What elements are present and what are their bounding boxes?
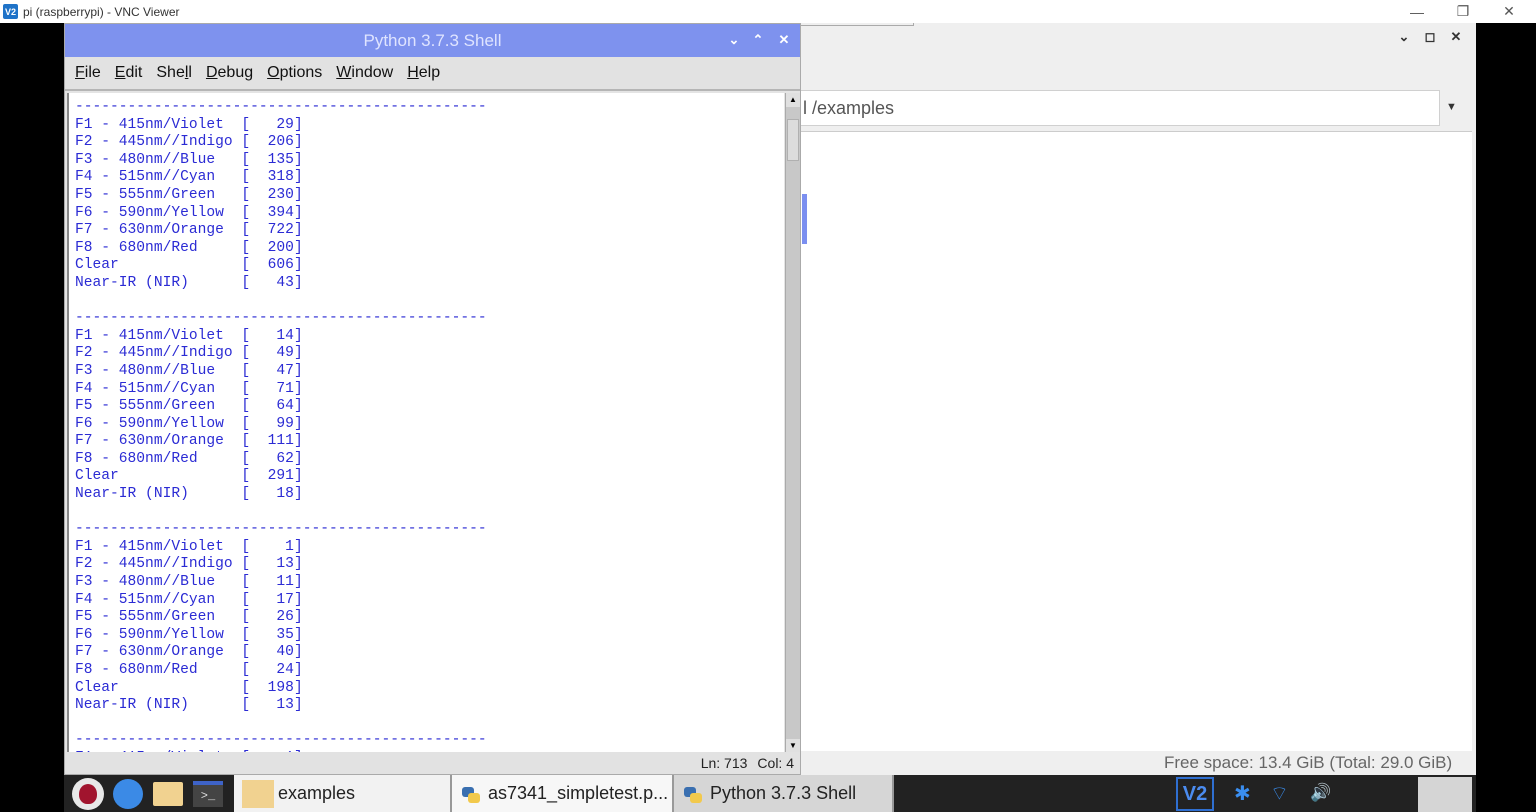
scroll-down-icon[interactable]: ▼ [786,739,800,753]
reading-row: Near-IR (NIR) [ 18] [75,486,303,503]
taskbar-task-python-shell[interactable]: Python 3.7.3 Shell [674,775,894,812]
reading-row: F5 - 555nm/Green [ 230] [75,186,303,203]
reading-row: F6 - 590nm/Yellow [ 394] [75,204,303,221]
taskbar: >_ examples as7341_simpletest.p... Pytho… [64,775,1476,812]
reading-row: F6 - 590nm/Yellow [ 35] [75,626,303,643]
reading-row: F1 - 415nm/Violet [ 1] [75,538,303,555]
vnc-logo-icon: V2 [3,4,18,19]
menu-edit[interactable]: Edit [115,64,143,82]
shell-titlebar[interactable]: Python 3.7.3 Shell ⌄ ⌃ ✕ [65,24,800,57]
shell-maximize-button[interactable]: ⌃ [749,32,767,48]
separator-line: ----------------------------------------… [75,310,487,327]
vnc-restore-button[interactable]: ❐ [1440,0,1486,23]
reading-row: F7 - 630nm/Orange [ 111] [75,433,303,450]
reading-row: F5 - 555nm/Green [ 26] [75,609,303,626]
separator-line: ----------------------------------------… [75,99,487,115]
column-number: Col: 4 [757,755,794,771]
fm-maximize-button[interactable]: ◻ [1418,29,1442,45]
reading-row: F2 - 445nm//Indigo [ 13] [75,556,303,573]
reading-row: F1 - 415nm/Violet [ 29] [75,116,303,133]
shell-scrollbar[interactable]: ▲ ▼ [785,93,800,753]
fm-free-space-status: Free space: 13.4 GiB (Total: 29.0 GiB) [1164,753,1453,772]
reading-row: F8 - 680nm/Red [ 24] [75,662,303,678]
reading-row: Clear [ 198] [75,679,303,696]
menu-debug[interactable]: Debug [206,64,253,82]
fm-menu-button[interactable]: ⌄ [1392,29,1416,45]
menu-file[interactable]: File [75,64,101,82]
reading-row: F4 - 515nm//Cyan [ 71] [75,380,303,397]
vnc-minimize-button[interactable]: — [1394,0,1440,23]
reading-row: F8 - 680nm/Red [ 62] [75,450,303,467]
reading-row: F5 - 555nm/Green [ 64] [75,398,303,415]
reading-row: F8 - 680nm/Red [ 200] [75,239,303,256]
reading-row: Near-IR (NIR) [ 43] [75,274,303,291]
menu-window[interactable]: Window [336,64,393,82]
fm-path-input[interactable]: l /examples [800,90,1440,126]
tray-panel[interactable] [1418,777,1472,812]
fm-selected-item[interactable] [802,194,807,244]
web-browser-icon[interactable] [112,778,144,810]
reading-row: F7 - 630nm/Orange [ 722] [75,222,303,239]
terminal-icon[interactable]: >_ [192,778,224,810]
separator-line: ----------------------------------------… [75,732,487,749]
vnc-tray-icon[interactable]: V2 [1176,777,1214,811]
python-file-icon [682,783,704,805]
scrollbar-thumb[interactable] [787,119,799,161]
reading-row: F4 - 515nm//Cyan [ 318] [75,169,303,186]
fm-file-list[interactable] [800,131,1472,751]
shell-close-button[interactable]: ✕ [775,32,793,48]
reading-row: Near-IR (NIR) [ 13] [75,697,303,714]
shell-output-text: ----------------------------------------… [69,93,784,753]
reading-row: Clear [ 606] [75,257,303,274]
menu-shell[interactable]: Shell [156,64,192,82]
python-shell-window: Python 3.7.3 Shell ⌄ ⌃ ✕ File Edit Shell De… [64,23,801,775]
vnc-window-title: pi (raspberrypi) - VNC Viewer [23,4,180,19]
task-label: as7341_simpletest.p... [488,783,669,803]
menu-options[interactable]: Options [267,64,322,82]
python-file-icon [460,783,482,805]
shell-output-area[interactable]: ----------------------------------------… [67,93,784,753]
vnc-titlebar: V2 pi (raspberrypi) - VNC Viewer — ❐ ✕ [0,0,1536,23]
reading-row: F1 - 415nm/Violet [ 14] [75,327,303,344]
remote-desktop: ⌄ ◻ ✕ l /examples ▼ Free space: 13.4 GiB… [64,23,1476,812]
fm-close-button[interactable]: ✕ [1444,29,1468,45]
reading-row: F3 - 480nm//Blue [ 47] [75,362,303,379]
reading-row: Clear [ 291] [75,468,303,485]
taskbar-task-examples[interactable]: examples [234,775,452,812]
task-label: examples [278,783,356,803]
menu-help[interactable]: Help [407,64,440,82]
reading-row: F2 - 445nm//Indigo [ 206] [75,134,303,151]
reading-row: F7 - 630nm/Orange [ 40] [75,644,303,661]
task-label: Python 3.7.3 Shell [710,783,857,803]
raspberry-menu-icon[interactable] [72,777,104,810]
reading-row: F6 - 590nm/Yellow [ 99] [75,415,303,432]
reading-row: F3 - 480nm//Blue [ 11] [75,574,303,591]
reading-row: F3 - 480nm//Blue [ 135] [75,151,303,168]
file-manager-icon[interactable] [152,778,184,810]
shell-minimize-button[interactable]: ⌄ [725,32,743,48]
taskbar-task-simpletest[interactable]: as7341_simpletest.p... [452,775,674,812]
wifi-icon[interactable]: ⌔ [1270,781,1289,806]
line-number: Ln: 713 [700,755,748,771]
shell-title: Python 3.7.3 Shell [363,30,502,50]
reading-row: F4 - 515nm//Cyan [ 17] [75,591,303,608]
bluetooth-icon[interactable]: ✱ [1234,781,1251,806]
vnc-close-button[interactable]: ✕ [1486,0,1532,23]
shell-statusbar: Ln: 713 Col: 4 [65,752,800,774]
fm-path-dropdown-icon[interactable]: ▼ [1446,101,1457,113]
volume-icon[interactable]: 🔊 [1310,783,1331,803]
reading-row: F2 - 445nm//Indigo [ 49] [75,345,303,362]
separator-line: ----------------------------------------… [75,521,487,538]
folder-icon [242,779,274,808]
shell-menubar: File Edit Shell Debug Options Window Help [65,57,800,91]
scroll-up-icon[interactable]: ▲ [786,93,800,107]
